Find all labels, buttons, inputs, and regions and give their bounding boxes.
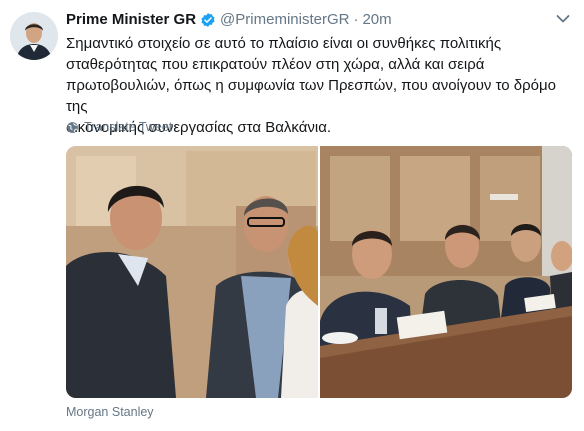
chevron-down-icon[interactable] [556, 14, 570, 24]
tweet-header: Prime Minister GR @PrimeministerGR · 20m [66, 11, 554, 28]
header-separator: · [353, 11, 359, 28]
author-handle[interactable]: @PrimeministerGR [220, 11, 349, 28]
globe-icon [67, 121, 78, 133]
author-name[interactable]: Prime Minister GR [66, 11, 196, 28]
tweet-card: Prime Minister GR @PrimeministerGR · 20m… [0, 0, 584, 431]
translate-tweet-label: Translate Tweet [84, 120, 173, 134]
photo-meeting-table [320, 146, 572, 398]
tweet-text-line: Σημαντικό στοιχείο σε αυτό το πλαίσιο εί… [66, 35, 502, 52]
media-caption: Morgan Stanley [66, 405, 154, 419]
tweet-text-line: σταθερότητας που επικρατούν πλέον στη χώ… [66, 56, 485, 73]
media-photo-2[interactable] [320, 146, 572, 398]
tweet-timestamp[interactable]: 20m [362, 11, 391, 28]
media-grid [66, 146, 572, 398]
photo-standing-conversation [66, 146, 318, 398]
verified-badge-icon [201, 12, 215, 27]
tweet-text-line: πρωτοβουλιών, όπως η συμφωνία των Πρεσπώ… [66, 77, 557, 115]
avatar-portrait [10, 12, 58, 60]
media-photo-1[interactable] [66, 146, 318, 398]
translate-tweet-link[interactable]: Translate Tweet [66, 120, 172, 134]
author-avatar[interactable] [10, 12, 58, 60]
